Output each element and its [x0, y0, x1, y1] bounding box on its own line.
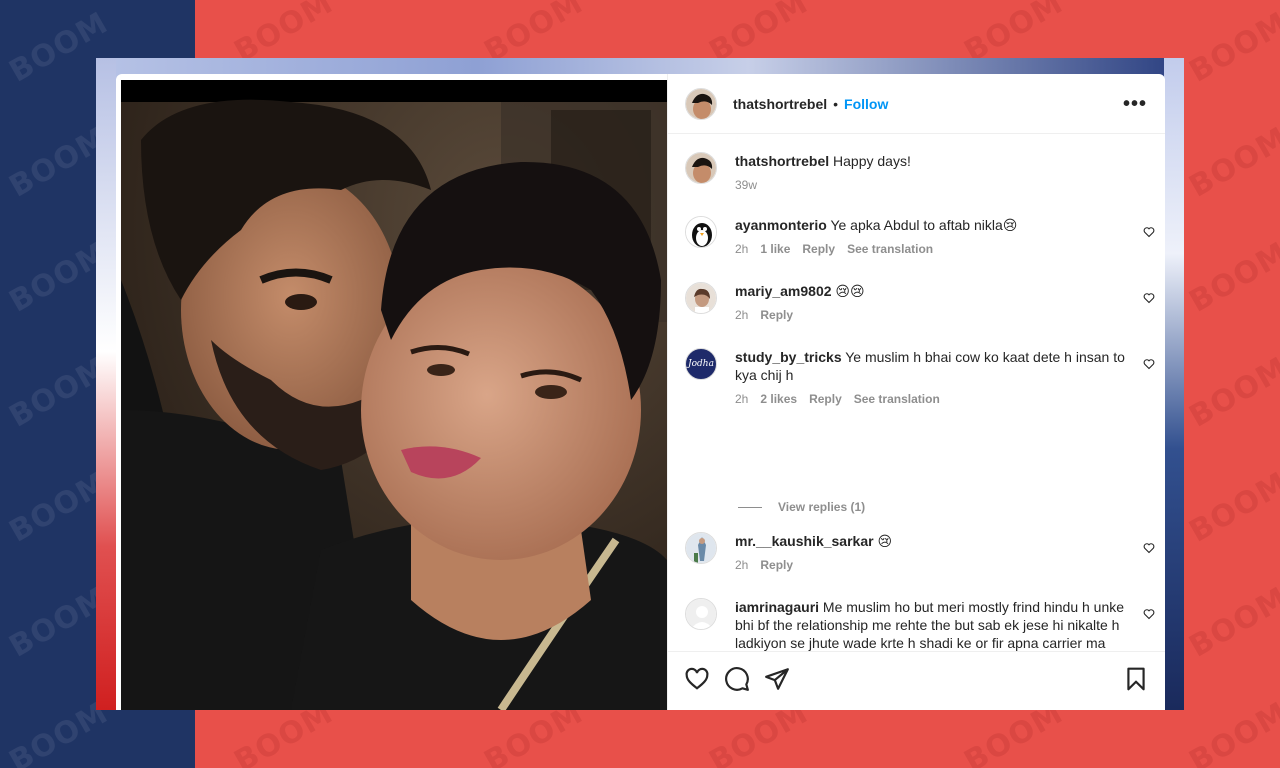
comment-like-icon[interactable]	[1143, 358, 1155, 370]
comment-likes[interactable]: 2 likes	[760, 390, 797, 408]
caption-time[interactable]: 39w	[735, 176, 757, 194]
comment-likes[interactable]: 1 like	[760, 240, 790, 258]
comment-time[interactable]: 2h	[735, 390, 748, 408]
commenter-username[interactable]: iamrinagauri	[735, 599, 819, 615]
reply-button[interactable]: Reply	[760, 556, 793, 574]
commenter-username[interactable]: ayanmonterio	[735, 217, 827, 233]
follow-button[interactable]: Follow	[844, 96, 888, 112]
commenter-avatar-default[interactable]	[685, 598, 717, 630]
comment-text: 😢	[877, 533, 893, 549]
commenter-username[interactable]: study_by_tricks	[735, 349, 842, 365]
commenter-avatar[interactable]	[685, 282, 717, 314]
separator-dot: •	[833, 95, 839, 112]
comment-time[interactable]: 2h	[735, 556, 748, 574]
post-header: thatshortrebel • Follow •••	[668, 74, 1165, 134]
comment-like-icon[interactable]	[1143, 226, 1155, 238]
frame-right-strip	[1164, 58, 1184, 710]
see-translation-button[interactable]: See translation	[847, 240, 933, 258]
commenter-username[interactable]: mr.__kaushik_sarkar	[735, 533, 874, 549]
commenter-avatar[interactable]	[685, 532, 717, 564]
save-icon[interactable]	[1123, 666, 1149, 692]
comment-text: Ye apka Abdul to aftab nikla😢	[830, 217, 1018, 233]
view-replies-label: View replies (1)	[778, 500, 866, 514]
commenter-avatar[interactable]: Jodha	[685, 348, 717, 380]
comment-time[interactable]: 2h	[735, 240, 748, 258]
view-replies-line	[738, 506, 762, 508]
see-translation-button[interactable]: See translation	[854, 390, 940, 408]
comment-like-icon[interactable]	[1143, 292, 1155, 304]
like-icon[interactable]	[684, 666, 710, 692]
comment-time[interactable]: 2h	[735, 306, 748, 324]
commenter-avatar[interactable]	[685, 216, 717, 248]
commenter-username[interactable]: mariy_am9802	[735, 283, 832, 299]
caption-username[interactable]: thatshortrebel	[735, 153, 829, 169]
frame-left-strip	[96, 58, 116, 710]
more-options-icon[interactable]: •••	[1123, 93, 1147, 116]
author-username[interactable]: thatshortrebel	[733, 96, 827, 112]
comment-icon[interactable]	[724, 666, 750, 692]
comment-like-icon[interactable]	[1143, 542, 1155, 554]
comment-text: 😢😢	[835, 283, 865, 299]
author-avatar[interactable]	[685, 87, 717, 120]
share-icon[interactable]	[764, 666, 790, 692]
reply-button[interactable]: Reply	[802, 240, 835, 258]
comment-like-icon[interactable]	[1143, 608, 1155, 620]
caption-text: Happy days!	[833, 153, 911, 169]
instagram-post: thatshortrebel • Follow ••• thatshortreb…	[116, 74, 1165, 710]
caption-avatar[interactable]	[685, 152, 717, 184]
post-actions-bar	[668, 651, 1165, 710]
comments-list[interactable]: thatshortrebel Happy days! 39w ayanmonte…	[668, 135, 1165, 651]
reply-button[interactable]: Reply	[760, 306, 793, 324]
post-side-panel: thatshortrebel • Follow ••• thatshortreb…	[667, 74, 1165, 710]
view-replies-button[interactable]: View replies (1)	[738, 500, 865, 514]
post-photo[interactable]	[121, 80, 667, 710]
commenter-avatar-text: Jodha	[688, 359, 714, 369]
reply-button[interactable]: Reply	[809, 390, 842, 408]
